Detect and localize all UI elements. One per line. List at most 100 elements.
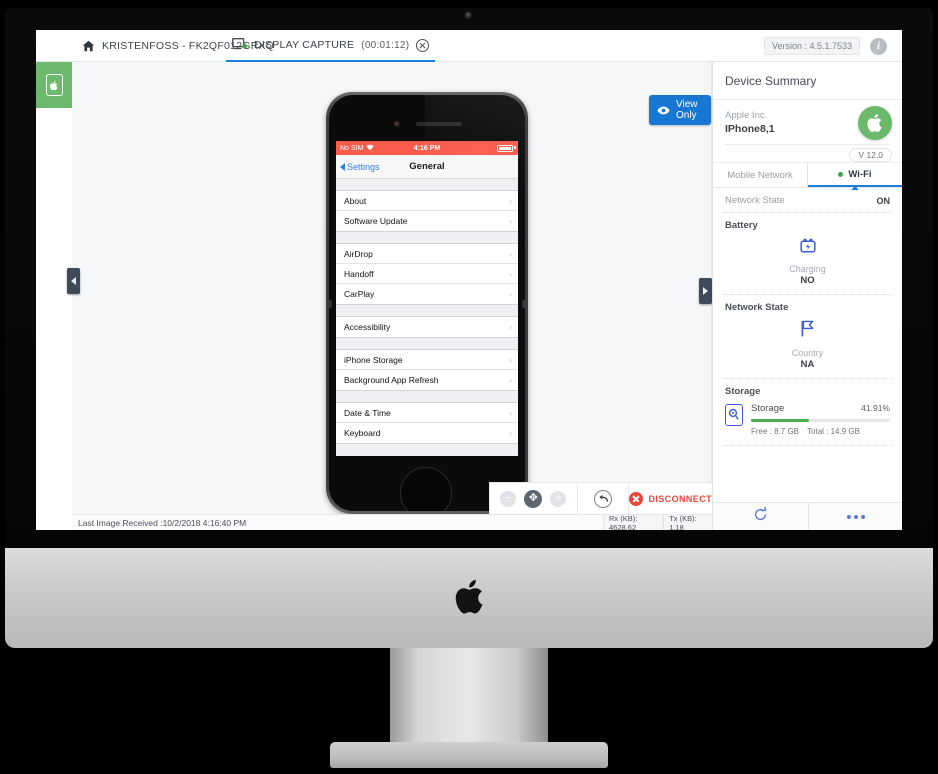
disconnect-icon <box>629 491 644 506</box>
settings-group: Date & Time › Keyboard › <box>336 402 518 444</box>
list-item-label: Software Update <box>344 216 408 226</box>
battery-tip <box>514 146 516 149</box>
refresh-button[interactable] <box>713 503 808 530</box>
list-item[interactable]: Keyboard › <box>336 423 518 443</box>
storage-free: Free : 8.7 GB <box>751 427 800 436</box>
list-item[interactable]: Software Update › <box>336 211 518 231</box>
storage-section-title: Storage <box>725 386 761 397</box>
apple-icon <box>866 114 882 132</box>
tab-capture-timer: (00:01:12) <box>361 39 410 51</box>
apple-logo-badge <box>858 106 892 140</box>
disconnect-button[interactable]: DISCONNECT <box>629 491 712 506</box>
undo-icon <box>594 489 613 508</box>
network-state-key: Network State <box>725 195 785 206</box>
undo-control[interactable] <box>578 482 630 515</box>
list-item[interactable]: CarPlay › <box>336 284 518 304</box>
last-image-label: Last Image Received :10/2/2018 4:16:40 P… <box>78 517 247 528</box>
device-tab-indicator[interactable] <box>36 62 77 108</box>
list-item[interactable]: Background App Refresh › <box>336 370 518 390</box>
chevron-right-icon: › <box>509 322 512 332</box>
settings-group: About › Software Update › <box>336 190 518 232</box>
close-tab-icon[interactable] <box>416 38 430 52</box>
country-metric-label: Country <box>791 348 824 358</box>
view-only-label: View Only <box>676 99 698 121</box>
info-icon[interactable]: i <box>870 38 887 55</box>
home-icon <box>82 40 95 52</box>
version-badge: Version : 4.5.1.7533 <box>763 37 860 55</box>
network-state-row: Network State ON <box>713 188 902 212</box>
list-item-label: Background App Refresh <box>344 375 439 385</box>
disconnect-label: DISCONNECT <box>648 493 712 504</box>
refresh-icon <box>753 506 768 527</box>
battery-metric-value: NO <box>800 275 815 286</box>
chevron-right-icon: › <box>509 268 512 279</box>
battery-section-title: Battery <box>725 220 758 231</box>
list-item[interactable]: Handoff › <box>336 264 518 284</box>
status-dot-icon <box>838 171 844 177</box>
settings-group: iPhone Storage › Background App Refresh › <box>336 349 518 391</box>
imac-computer: KRISTENFOSS - FK2QF012GRXQ DISPLAY CAPTU… <box>0 0 938 774</box>
eye-icon <box>657 106 670 115</box>
list-item-label: About <box>344 195 367 206</box>
phone-screen[interactable]: No SIM 4:16 PM Settings General About › … <box>336 141 518 456</box>
chevron-right-icon: › <box>509 354 512 365</box>
panel-footer <box>713 502 902 530</box>
top-tab-bar: KRISTENFOSS - FK2QF012GRXQ DISPLAY CAPTU… <box>36 30 902 65</box>
list-item-label: Accessibility <box>344 322 391 332</box>
home-button[interactable] <box>400 467 452 511</box>
list-item[interactable]: About › <box>336 191 518 211</box>
storage-details: Storage 41.91% Free : 8.7 GB Total : 14.… <box>751 403 890 436</box>
list-item-label: Keyboard <box>344 428 381 438</box>
capture-stage: No SIM 4:16 PM Settings General About › … <box>72 62 712 514</box>
version-value: 12.0 <box>866 150 883 160</box>
earpiece-speaker <box>416 122 462 126</box>
storage-percent: 41.91% <box>861 403 890 413</box>
display-capture-icon <box>232 37 247 53</box>
phone-side-button-left <box>329 300 332 308</box>
list-item[interactable]: Accessibility › <box>336 317 518 337</box>
list-gap <box>336 232 518 243</box>
battery-charging-icon <box>799 238 816 257</box>
tab-wifi[interactable]: Wi-Fi <box>808 163 902 190</box>
collapse-left-handle[interactable] <box>67 268 80 294</box>
tx-label: Tx (KB): 1.18 <box>669 513 697 531</box>
list-item-label: iPhone Storage <box>344 354 403 365</box>
list-item[interactable]: Date & Time › <box>336 403 518 423</box>
list-item[interactable]: AirDrop › <box>336 244 518 264</box>
tab-display-capture[interactable]: DISPLAY CAPTURE (00:01:12) <box>226 30 436 62</box>
application-window: KRISTENFOSS - FK2QF012GRXQ DISPLAY CAPTU… <box>36 30 902 530</box>
tab-mobile-network-label: Mobile Network <box>727 169 793 181</box>
zoom-in-button[interactable]: + <box>550 490 567 507</box>
battery-icon <box>497 144 513 152</box>
ios-settings-list[interactable]: About › Software Update › AirDrop › Handoff › Ca… <box>336 179 518 456</box>
list-item-label: CarPlay <box>344 289 375 299</box>
list-item[interactable]: iPhone Storage › <box>336 350 518 370</box>
status-time: 4:16 PM <box>413 144 441 152</box>
iphone-device-mock: No SIM 4:16 PM Settings General About › … <box>326 92 528 514</box>
view-only-button[interactable]: View Only <box>649 95 711 125</box>
battery-metric: Charging NO <box>713 233 902 294</box>
pan-button[interactable]: ✥ <box>524 489 543 508</box>
more-options-button[interactable] <box>809 503 903 530</box>
storage-drive-icon <box>725 404 743 426</box>
settings-group: AirDrop › Handoff › CarPlay › <box>336 243 518 305</box>
collapse-right-handle[interactable] <box>699 278 712 304</box>
apple-logo <box>455 578 487 616</box>
ios-status-bar: No SIM 4:16 PM <box>336 141 518 155</box>
phone-side-button-right <box>522 300 525 308</box>
chevron-right-icon: › <box>509 375 512 385</box>
chevron-right-icon: › <box>509 248 512 259</box>
os-version-badge: V 12.0 <box>849 148 892 162</box>
monitor-stand-foot <box>330 742 608 768</box>
tab-mobile-network[interactable]: Mobile Network <box>713 163 807 187</box>
tab-wifi-label: Wi-Fi <box>848 168 872 180</box>
storage-name: Storage <box>751 403 785 414</box>
front-camera-icon <box>394 121 400 127</box>
chevron-left-icon <box>71 277 76 285</box>
storage-progress-track <box>751 419 890 422</box>
zoom-out-button[interactable]: − <box>500 490 517 507</box>
chevron-right-icon <box>703 287 708 295</box>
settings-group: Accessibility › <box>336 316 518 338</box>
network-stats: Rx (KB): 4628.62 Tx (KB): 1.18 <box>603 513 712 531</box>
panel-tab-bar: Mobile Network Wi-Fi <box>713 162 902 190</box>
